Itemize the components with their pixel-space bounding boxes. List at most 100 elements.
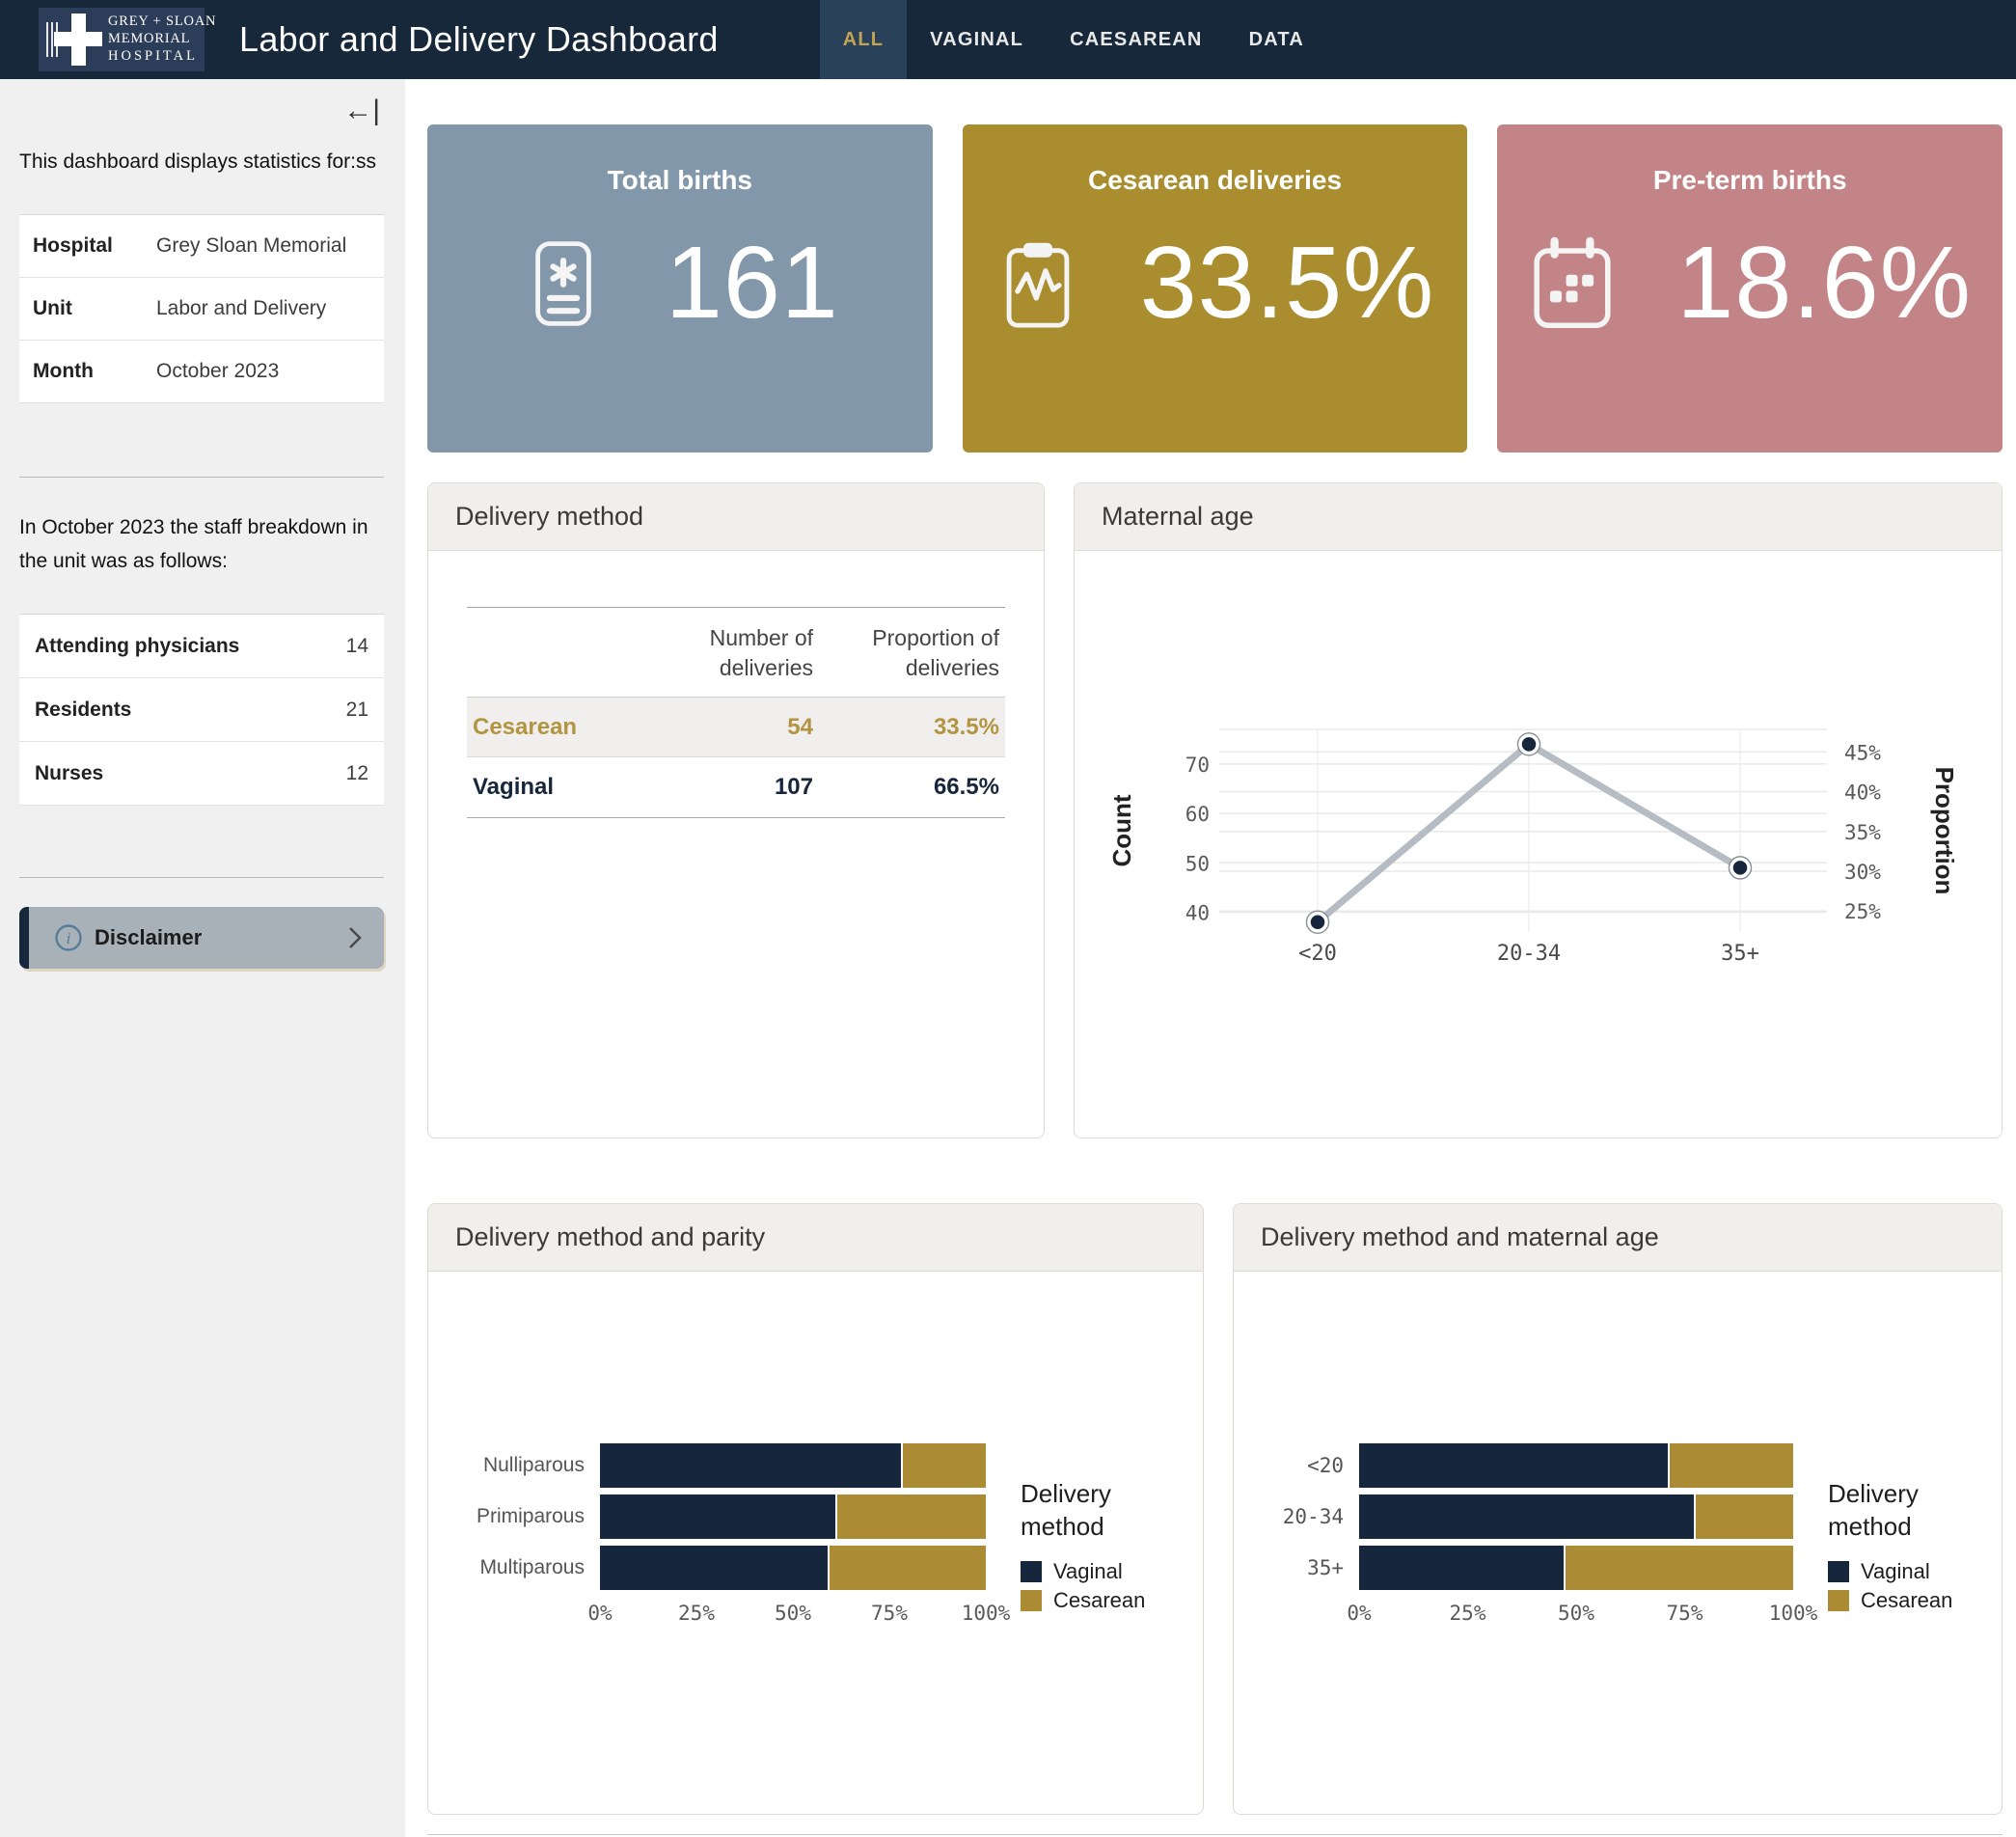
legend-swatch-icon <box>1828 1590 1849 1611</box>
panel-title: Delivery method and parity <box>428 1204 1203 1272</box>
sidebar-divider <box>19 477 384 478</box>
bar-track <box>1359 1443 1793 1488</box>
category-label: Primiparous <box>455 1505 600 1528</box>
panel-title: Delivery method <box>428 483 1044 551</box>
nav-tabs: ALL VAGINAL CAESAREAN DATA <box>820 0 1327 79</box>
legend-label: Cesarean <box>1861 1588 1952 1613</box>
table-row: Unit Labor and Delivery <box>19 278 384 341</box>
row-label: Residents <box>35 699 131 722</box>
bar-plot: <20 20-34 35+ 0%25%50%75%100% <box>1261 1443 1793 1642</box>
tab-vaginal[interactable]: VAGINAL <box>907 0 1047 79</box>
sidebar-collapse-icon[interactable]: ←| <box>343 95 380 127</box>
bar-segment-cesarean[interactable] <box>1668 1443 1794 1488</box>
legend-swatch-icon <box>1828 1561 1849 1582</box>
row-label: Nurses <box>35 762 103 785</box>
logo-stripes <box>46 22 60 57</box>
x-axis: 0%25%50%75%100% <box>1359 1602 1793 1642</box>
main-content: Total births 161 <box>405 79 2016 1837</box>
row-label: Cesarean <box>473 714 627 741</box>
legend-label: Vaginal <box>1053 1559 1123 1584</box>
x-tick-label: 35+ <box>1721 942 1759 966</box>
x-tick-label: 20-34 <box>1497 942 1561 966</box>
bar-segment-cesarean[interactable] <box>1694 1494 1794 1539</box>
delivery-method-panel: Delivery method Number of deliveries Pro… <box>427 482 1045 1138</box>
kpi-value: 161 <box>666 225 839 342</box>
bar-segment-cesarean[interactable] <box>835 1494 986 1539</box>
panel-title: Maternal age <box>1075 483 2002 551</box>
x-tick-label: 0% <box>1347 1602 1371 1625</box>
kpi-cesarean-deliveries: Cesarean deliveries 33.5% <box>963 124 1468 452</box>
category-label: <20 <box>1261 1454 1359 1477</box>
bar-segment-vaginal[interactable] <box>600 1546 828 1590</box>
bar-segment-cesarean[interactable] <box>828 1546 986 1590</box>
bar-row: Multiparous <box>455 1546 986 1590</box>
table-row: Hospital Grey Sloan Memorial <box>19 215 384 278</box>
sidebar-intro-text: This dashboard displays statistics for:s… <box>19 145 384 179</box>
x-tick-label: <20 <box>1298 942 1337 966</box>
y2-tick-label: 25% <box>1844 900 1881 923</box>
row-proportion: 66.5% <box>813 774 999 801</box>
bar-row: Primiparous <box>455 1494 986 1539</box>
staff-intro-text: In October 2023 the staff breakdown in t… <box>19 510 384 579</box>
tab-all[interactable]: ALL <box>820 0 907 79</box>
bar-row: 20-34 <box>1261 1494 1793 1539</box>
bar-segment-cesarean[interactable] <box>901 1443 986 1488</box>
category-label: 20-34 <box>1261 1505 1359 1528</box>
bar-segment-vaginal[interactable] <box>1359 1443 1668 1488</box>
y2-tick-label: 35% <box>1844 821 1881 844</box>
legend-item: Cesarean <box>1828 1588 2002 1613</box>
delivery-method-table: Number of deliveries Proportion of deliv… <box>467 607 1005 818</box>
bar-segment-vaginal[interactable] <box>600 1494 835 1539</box>
legend-title: Delivery method <box>1828 1478 1948 1544</box>
row-value: October 2023 <box>156 360 279 383</box>
legend-item: Cesarean <box>1021 1588 1194 1613</box>
bar-track <box>1359 1546 1793 1590</box>
row-count: 54 <box>627 714 813 741</box>
bar-plot: Nulliparous Primiparous Multiparous 0%25… <box>455 1443 986 1642</box>
legend-label: Vaginal <box>1861 1559 1930 1584</box>
row-label: Vaginal <box>473 774 627 801</box>
tab-caesarean[interactable]: CAESAREAN <box>1047 0 1225 79</box>
chevron-right-icon <box>347 924 363 951</box>
info-icon: i <box>54 923 83 952</box>
legend-swatch-icon <box>1021 1561 1042 1582</box>
col-header: Proportion of deliveries <box>813 623 999 683</box>
disclaimer-label: Disclaimer <box>95 925 202 950</box>
calendar-icon <box>1528 233 1617 334</box>
data-point[interactable] <box>1731 859 1749 876</box>
x-tick-label: 0% <box>587 1602 612 1625</box>
row-value: 21 <box>346 699 368 722</box>
bar-segment-vaginal[interactable] <box>1359 1546 1564 1590</box>
x-tick-label: 100% <box>962 1602 1011 1625</box>
logo-text: GREY + SLOAN MEMORIAL HOSPITAL <box>108 14 216 65</box>
x-axis: 0%25%50%75%100% <box>600 1602 986 1642</box>
legend: Delivery method Vaginal Cesarean <box>1828 1443 2002 1642</box>
x-tick-label: 50% <box>1558 1602 1594 1625</box>
kpi-row: Total births 161 <box>427 124 2002 452</box>
disclaimer-button[interactable]: i Disclaimer <box>19 907 384 969</box>
bar-row: Nulliparous <box>455 1443 986 1488</box>
sidebar: ←| This dashboard displays statistics fo… <box>0 79 405 1837</box>
data-point[interactable] <box>1309 914 1326 931</box>
hospital-cross-icon <box>46 14 102 66</box>
bar-segment-cesarean[interactable] <box>1564 1546 1794 1590</box>
kpi-preterm-births: Pre-term births 18.6% <box>1497 124 2002 452</box>
row-label: Attending physicians <box>35 635 239 658</box>
row-value: Grey Sloan Memorial <box>156 234 346 258</box>
table-header-row: Number of deliveries Proportion of deliv… <box>467 608 1005 698</box>
bar-segment-vaginal[interactable] <box>600 1443 901 1488</box>
col-header: Number of deliveries <box>627 623 813 683</box>
legend-swatch-icon <box>1021 1590 1042 1611</box>
kpi-title: Pre-term births <box>1497 165 2002 196</box>
hospital-logo: GREY + SLOAN MEMORIAL HOSPITAL <box>39 8 204 71</box>
tab-data[interactable]: DATA <box>1226 0 1327 79</box>
data-point[interactable] <box>1520 735 1538 753</box>
bar-segment-vaginal[interactable] <box>1359 1494 1694 1539</box>
y-tick-label: 40 <box>1185 902 1210 925</box>
row-count: 107 <box>627 774 813 801</box>
x-tick-label: 25% <box>678 1602 715 1625</box>
table-row-cesarean: Cesarean 54 33.5% <box>467 698 1005 757</box>
maternal-age-panel: Maternal age <20 20-34 35+ 40 50 60 70 2… <box>1074 482 2002 1138</box>
y-tick-label: 50 <box>1185 852 1210 875</box>
row-label: Unit <box>33 297 156 320</box>
